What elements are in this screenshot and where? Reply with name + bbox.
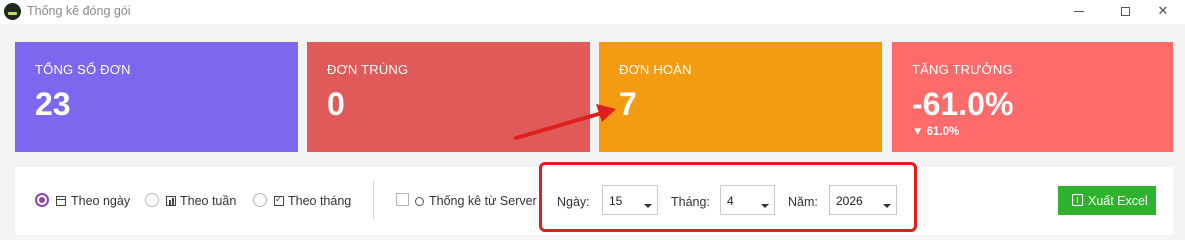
card-label: TỔNG SỐ ĐƠN	[35, 62, 131, 77]
total-orders-card: TỔNG SỐ ĐƠN 23	[15, 42, 298, 152]
minimize-icon	[1074, 11, 1084, 13]
annotation-arrow	[514, 104, 616, 140]
checklist-icon	[274, 194, 284, 206]
card-value: -61.0%	[912, 86, 1014, 122]
card-label: TĂNG TRƯỞNG	[912, 62, 1013, 77]
returned-orders-card: ĐƠN HOÀN 7	[599, 42, 882, 152]
growth-card: TĂNG TRƯỞNG -61.0% ▼ 61.0%	[892, 42, 1173, 152]
close-icon: ✕	[1157, 3, 1169, 18]
by-month-label[interactable]: Theo tháng	[288, 194, 351, 208]
growth-delta: ▼ 61.0%	[912, 126, 960, 138]
divider	[373, 180, 374, 220]
server-stats-checkbox[interactable]	[396, 193, 409, 206]
annotation-highlight-box	[539, 162, 917, 232]
title-bar: Thống kê đóng gói ✕	[0, 0, 1185, 24]
close-button[interactable]: ✕	[1140, 0, 1185, 24]
export-label: Xuất Excel	[1088, 194, 1148, 208]
card-label: ĐƠN HOÀN	[619, 62, 692, 77]
card-value: 7	[619, 86, 637, 122]
export-excel-button[interactable]: Xuất Excel	[1058, 186, 1156, 215]
server-icon	[415, 197, 424, 206]
card-label: ĐƠN TRÙNG	[327, 62, 409, 77]
minimize-button[interactable]	[1056, 0, 1102, 24]
card-value: 0	[327, 86, 345, 122]
server-stats-label[interactable]: Thống kê từ Server	[429, 194, 537, 208]
app-logo-icon	[4, 3, 21, 20]
card-value: 23	[35, 86, 71, 122]
maximize-icon	[1120, 7, 1130, 17]
export-icon	[1072, 194, 1083, 206]
by-day-radio[interactable]	[35, 193, 49, 207]
by-week-label[interactable]: Theo tuần	[180, 194, 236, 208]
window-title: Thống kê đóng gói	[27, 4, 131, 18]
calendar-icon	[56, 196, 66, 206]
by-month-radio[interactable]	[253, 193, 267, 207]
bar-chart-icon	[166, 196, 176, 206]
by-week-radio[interactable]	[145, 193, 159, 207]
by-day-label[interactable]: Theo ngày	[71, 194, 130, 208]
